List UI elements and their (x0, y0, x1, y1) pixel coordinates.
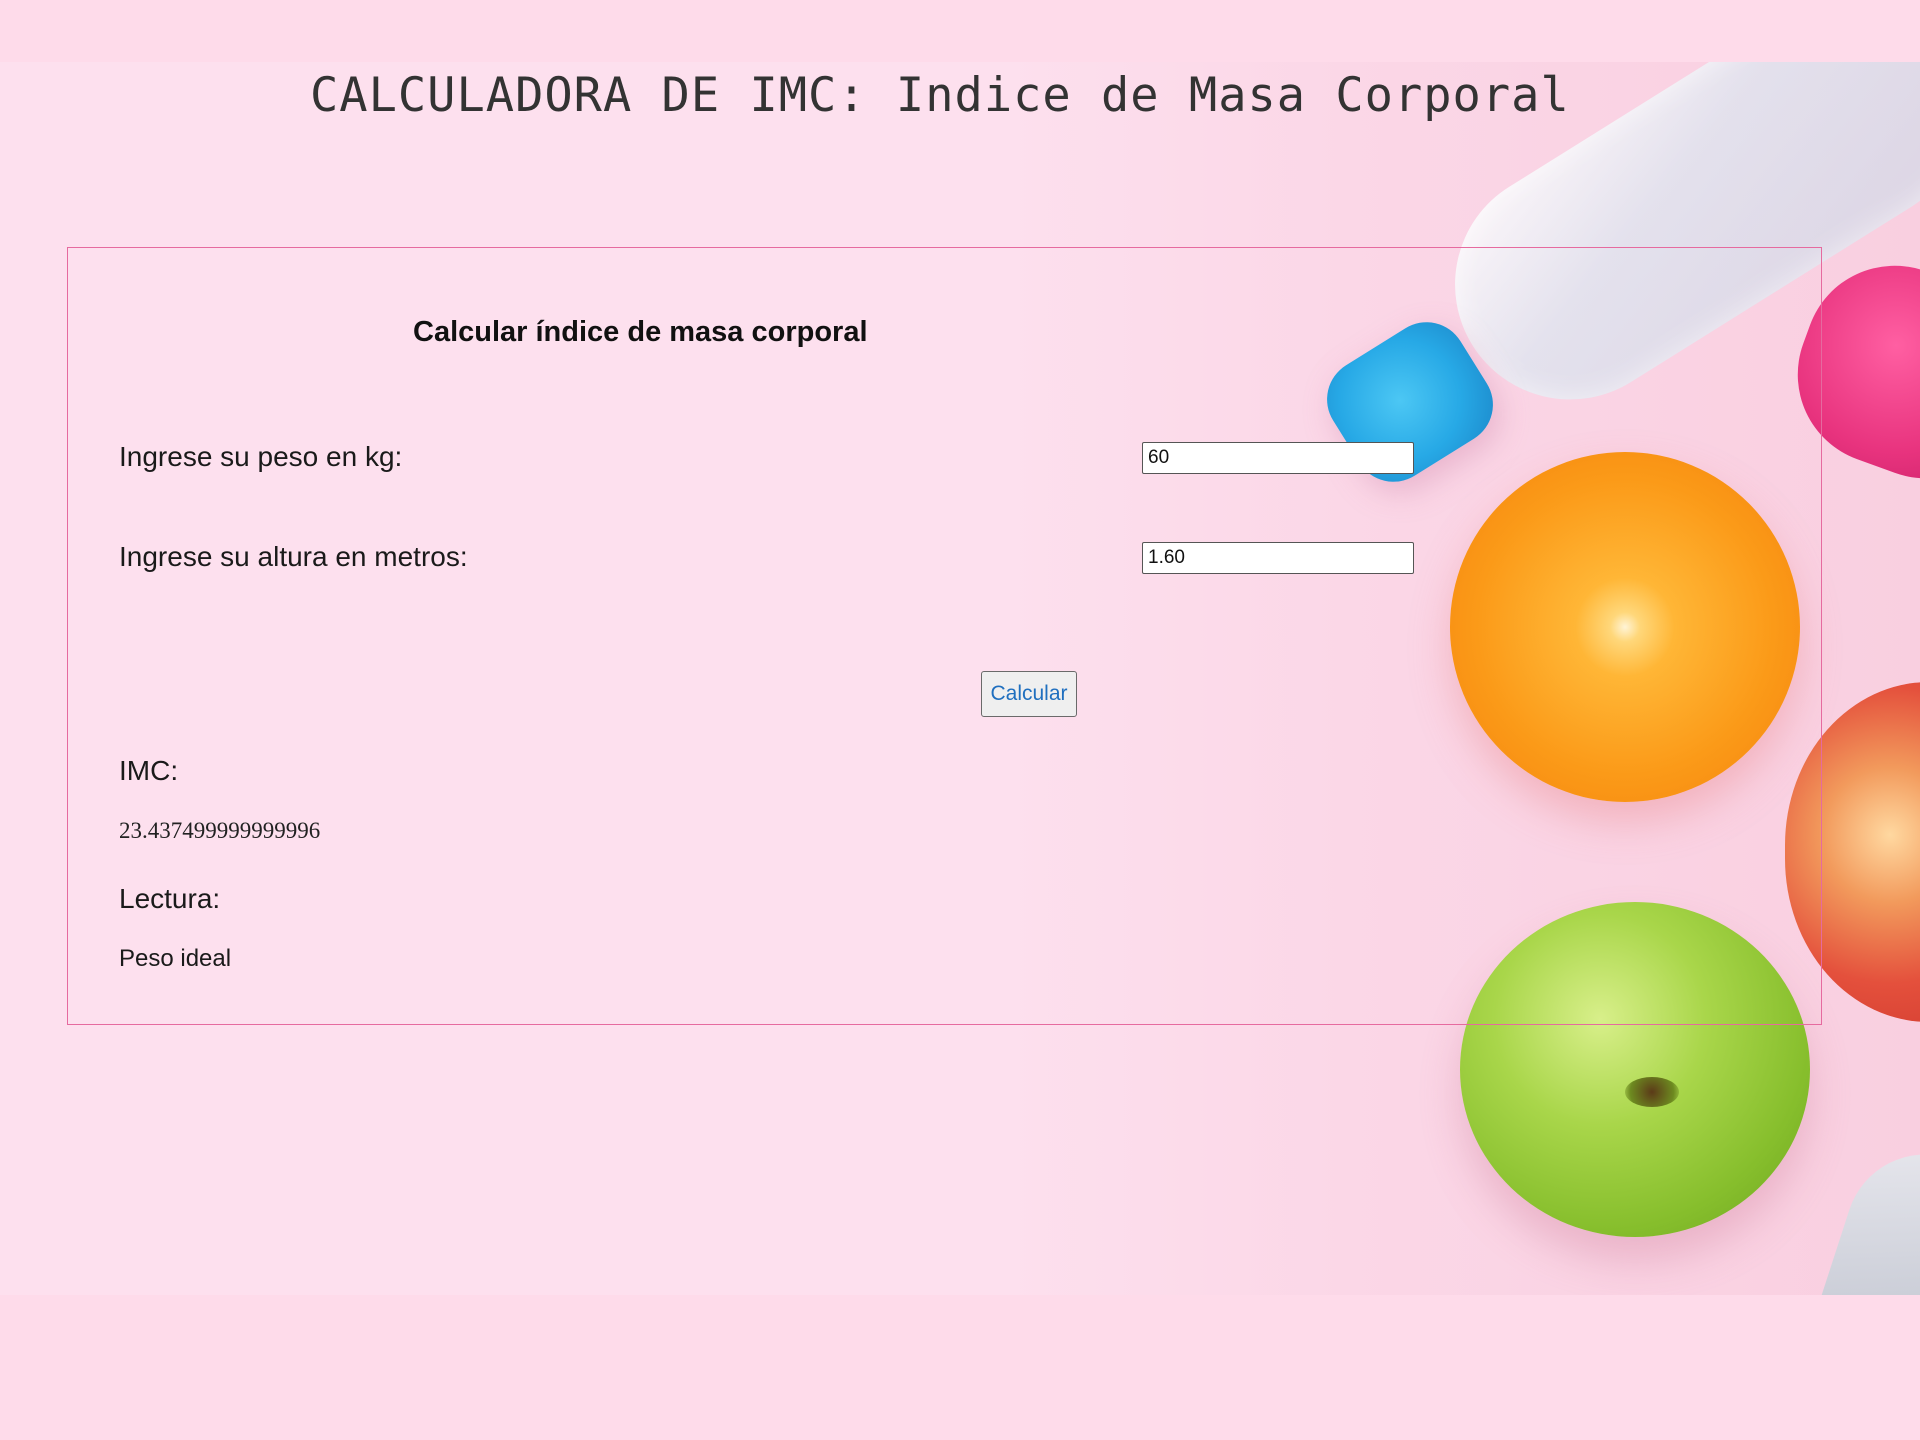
imc-value: 23.437499999999996 (119, 818, 321, 843)
background-bottom (0, 1295, 1920, 1440)
imc-label: IMC: (119, 755, 179, 786)
sneaker-image (1793, 1133, 1920, 1295)
weight-label: Ingrese su peso en kg: (119, 441, 403, 472)
bmi-form-panel: Calcular índice de masa corporal Ingrese… (67, 247, 1822, 1025)
weight-input[interactable] (1142, 442, 1414, 474)
form-heading: Calcular índice de masa corporal (413, 316, 868, 348)
apple-stem-image (1625, 1077, 1679, 1107)
lectura-value: Peso ideal (119, 945, 232, 972)
calculate-button[interactable]: Calcular (981, 671, 1077, 717)
lectura-label: Lectura: (119, 883, 221, 914)
page-title: CALCULADORA DE IMC: Indice de Masa Corpo… (310, 68, 1570, 123)
height-label: Ingrese su altura en metros: (119, 541, 468, 572)
height-input[interactable] (1142, 542, 1414, 574)
